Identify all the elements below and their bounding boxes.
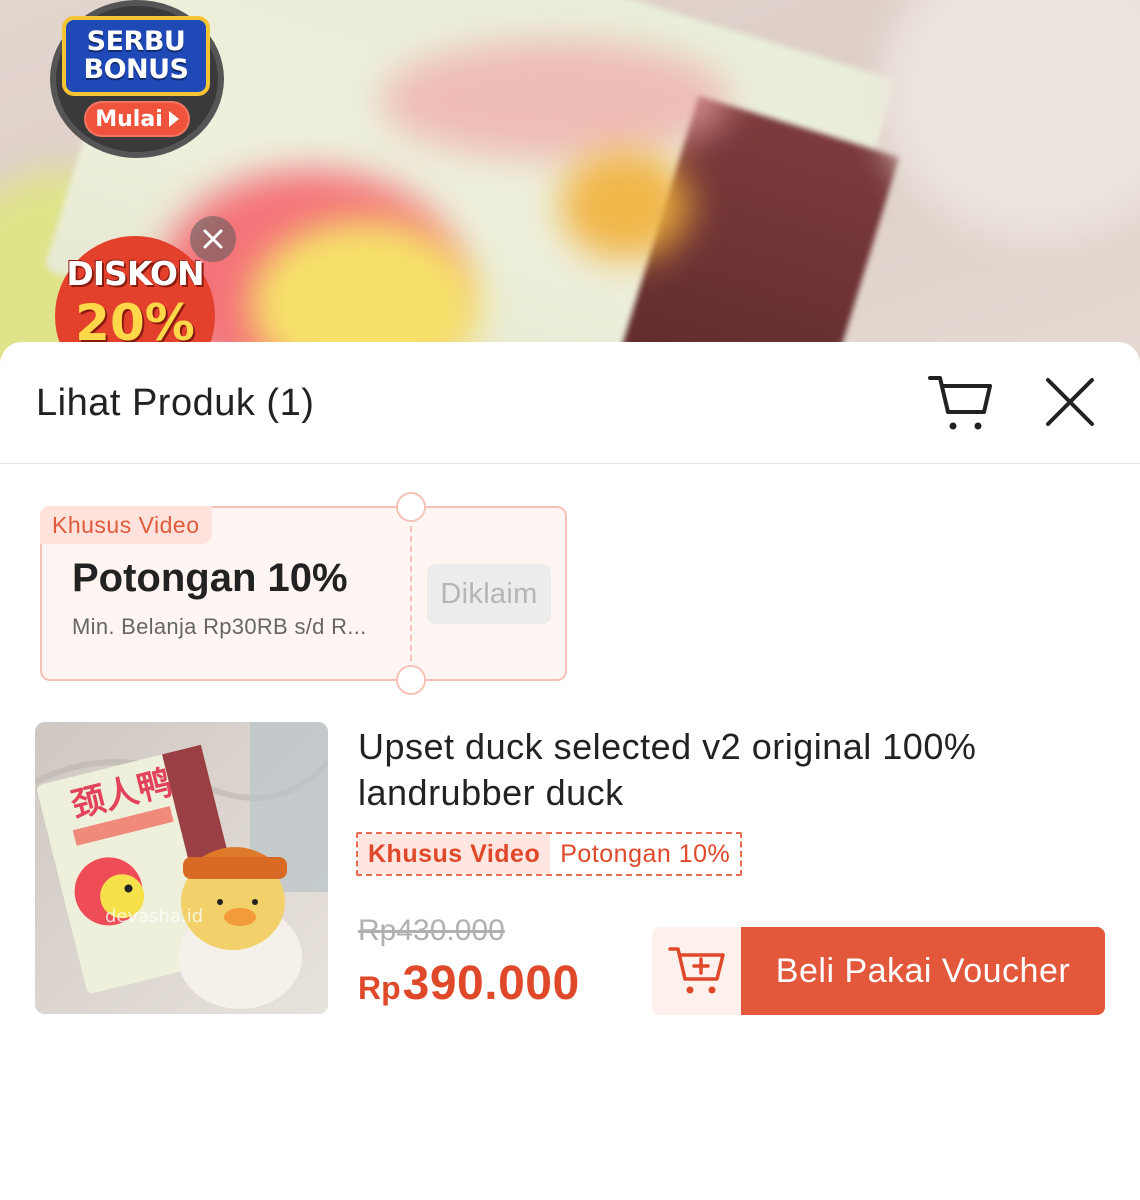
product-tag-value: Potongan 10% bbox=[560, 840, 731, 868]
price-amount: 390.000 bbox=[402, 957, 580, 1010]
voucher-title: Potongan 10% bbox=[72, 556, 348, 600]
buy-with-voucher-button[interactable]: Beli Pakai Voucher bbox=[741, 927, 1105, 1015]
bg-blur bbox=[880, 0, 1140, 240]
claimed-button[interactable]: Diklaim bbox=[427, 564, 551, 624]
add-to-cart-icon[interactable] bbox=[652, 927, 742, 1015]
serbu-bonus-panel[interactable]: SERBU BONUS bbox=[62, 16, 210, 96]
bonus-line-2: BONUS bbox=[83, 54, 190, 85]
product-image[interactable]: 颈人鸭 devasha.id bbox=[35, 722, 328, 1014]
product-sheet: Lihat Produk (1) Khusus Video Potongan 1… bbox=[0, 342, 1140, 1200]
voucher-terms: Min. Belanja Rp30RB s/d R... bbox=[72, 614, 367, 639]
voucher-tag: Khusus Video bbox=[40, 506, 212, 544]
bonus-start-label: Mulai bbox=[95, 106, 163, 132]
voucher-divider bbox=[410, 526, 412, 661]
price-currency: Rp bbox=[358, 970, 401, 1006]
sheet-header: Lihat Produk (1) bbox=[0, 342, 1140, 464]
voucher-notch bbox=[396, 665, 426, 695]
product-voucher-tag: Khusus Video Potongan 10% bbox=[356, 832, 743, 876]
close-icon[interactable] bbox=[1040, 378, 1100, 428]
cart-icon[interactable] bbox=[926, 372, 994, 434]
original-price: Rp430.000 bbox=[358, 914, 505, 947]
bonus-start-button[interactable]: Mulai bbox=[84, 101, 190, 137]
bg-blur bbox=[380, 40, 730, 160]
discounted-price: Rp 390.000 bbox=[358, 956, 580, 1011]
bonus-line-1: SERBU bbox=[86, 26, 186, 57]
discount-close-icon[interactable] bbox=[190, 216, 236, 262]
sheet-title: Lihat Produk (1) bbox=[36, 382, 315, 424]
bg-blur bbox=[560, 150, 690, 260]
thumb-watermark: devasha.id bbox=[105, 906, 203, 927]
voucher-notch bbox=[396, 492, 426, 522]
product-tag-label: Khusus Video bbox=[358, 834, 551, 874]
discount-label: DISKON bbox=[66, 254, 204, 293]
play-triangle-icon bbox=[168, 111, 179, 127]
product-name[interactable]: Upset duck selected v2 original 100% lan… bbox=[358, 724, 1098, 816]
voucher-card[interactable]: Khusus Video Potongan 10% Min. Belanja R… bbox=[40, 492, 567, 695]
